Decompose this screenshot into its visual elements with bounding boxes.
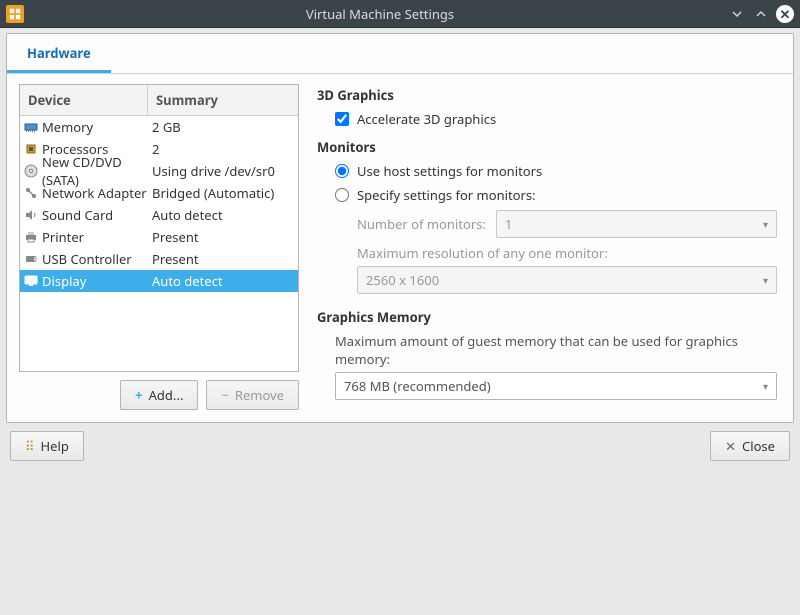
device-summary: Auto detect bbox=[148, 206, 298, 224]
minus-icon: − bbox=[221, 386, 229, 404]
close-window-button[interactable]: ✕ bbox=[776, 5, 794, 23]
add-device-button[interactable]: + Add... bbox=[120, 380, 198, 410]
device-row-network[interactable]: Network Adapter Bridged (Automatic) bbox=[20, 182, 298, 204]
device-summary: Bridged (Automatic) bbox=[148, 184, 298, 202]
printer-icon bbox=[24, 230, 38, 244]
plus-icon: + bbox=[135, 386, 142, 404]
close-icon: ✕ bbox=[725, 437, 736, 455]
help-label: Help bbox=[41, 437, 69, 455]
use-host-radio[interactable] bbox=[335, 164, 349, 178]
settings-panel: 3D Graphics Accelerate 3D graphics Monit… bbox=[313, 84, 781, 410]
device-table-header: Device Summary bbox=[20, 85, 298, 116]
num-monitors-value: 1 bbox=[505, 215, 512, 233]
max-res-value: 2560 x 1600 bbox=[366, 271, 439, 289]
disc-icon bbox=[24, 164, 38, 178]
device-label: Sound Card bbox=[42, 206, 113, 224]
settings-frame: Hardware Device Summary Memory 2 GB Proc… bbox=[6, 33, 794, 423]
device-summary: Using drive /dev/sr0 bbox=[148, 162, 298, 180]
usb-icon bbox=[24, 252, 38, 266]
accelerate-3d-label: Accelerate 3D graphics bbox=[357, 110, 496, 128]
device-label: Display bbox=[42, 272, 86, 290]
specify-label: Specify settings for monitors: bbox=[357, 186, 536, 204]
device-label: Memory bbox=[42, 118, 93, 136]
footer: ⠿ Help ✕ Close bbox=[0, 423, 800, 469]
tab-hardware[interactable]: Hardware bbox=[7, 34, 111, 73]
close-button[interactable]: ✕ Close bbox=[710, 431, 790, 461]
tab-row: Hardware bbox=[7, 34, 793, 74]
window-title: Virtual Machine Settings bbox=[32, 5, 728, 23]
device-row-printer[interactable]: Printer Present bbox=[20, 226, 298, 248]
device-row-usb[interactable]: USB Controller Present bbox=[20, 248, 298, 270]
accelerate-3d-checkbox[interactable] bbox=[335, 112, 349, 126]
app-icon bbox=[6, 5, 24, 23]
add-button-label: Add... bbox=[149, 386, 184, 404]
graphics-memory-helper: Maximum amount of guest memory that can … bbox=[335, 332, 777, 368]
network-icon bbox=[24, 186, 38, 200]
device-label: Printer bbox=[42, 228, 84, 246]
device-summary: Present bbox=[148, 228, 298, 246]
memory-icon bbox=[24, 120, 38, 134]
titlebar: Virtual Machine Settings ✕ bbox=[0, 0, 800, 28]
section-3d-graphics: 3D Graphics bbox=[317, 86, 777, 104]
help-button[interactable]: ⠿ Help bbox=[10, 431, 84, 461]
sound-icon bbox=[24, 208, 38, 222]
chevron-down-icon: ▾ bbox=[763, 217, 768, 231]
help-icon: ⠿ bbox=[25, 437, 35, 455]
device-summary: Auto detect bbox=[148, 272, 298, 290]
graphics-memory-select[interactable]: 768 MB (recommended) ▾ bbox=[335, 372, 777, 400]
device-row-memory[interactable]: Memory 2 GB bbox=[20, 116, 298, 138]
section-graphics-memory: Graphics Memory bbox=[317, 308, 777, 326]
max-res-label: Maximum resolution of any one monitor: bbox=[357, 244, 777, 262]
device-summary: 2 GB bbox=[148, 118, 298, 136]
chevron-down-icon: ▾ bbox=[763, 273, 768, 287]
section-monitors: Monitors bbox=[317, 138, 777, 156]
maximize-button[interactable] bbox=[752, 5, 770, 23]
device-summary: Present bbox=[148, 250, 298, 268]
specify-radio[interactable] bbox=[335, 188, 349, 202]
device-table: Device Summary Memory 2 GB Processors 2 … bbox=[19, 84, 299, 372]
use-host-label: Use host settings for monitors bbox=[357, 162, 542, 180]
device-label: Network Adapter bbox=[42, 184, 147, 202]
remove-device-button: −Remove bbox=[206, 380, 299, 410]
col-header-summary: Summary bbox=[148, 85, 298, 115]
minimize-button[interactable] bbox=[728, 5, 746, 23]
col-header-device: Device bbox=[20, 85, 148, 115]
device-row-sound[interactable]: Sound Card Auto detect bbox=[20, 204, 298, 226]
device-panel: Device Summary Memory 2 GB Processors 2 … bbox=[19, 84, 299, 410]
num-monitors-label: Number of monitors: bbox=[357, 215, 486, 233]
max-res-select: 2560 x 1600 ▾ bbox=[357, 266, 777, 294]
num-monitors-select: 1 ▾ bbox=[496, 210, 777, 238]
display-icon bbox=[24, 274, 38, 288]
device-row-display[interactable]: Display Auto detect bbox=[20, 270, 298, 292]
graphics-memory-value: 768 MB (recommended) bbox=[344, 377, 491, 395]
chevron-down-icon: ▾ bbox=[763, 379, 768, 393]
device-summary: 2 bbox=[148, 140, 298, 158]
device-row-cddvd[interactable]: New CD/DVD (SATA) Using drive /dev/sr0 bbox=[20, 160, 298, 182]
device-label: USB Controller bbox=[42, 250, 132, 268]
remove-button-label: Remove bbox=[235, 386, 284, 404]
close-label: Close bbox=[742, 437, 775, 455]
